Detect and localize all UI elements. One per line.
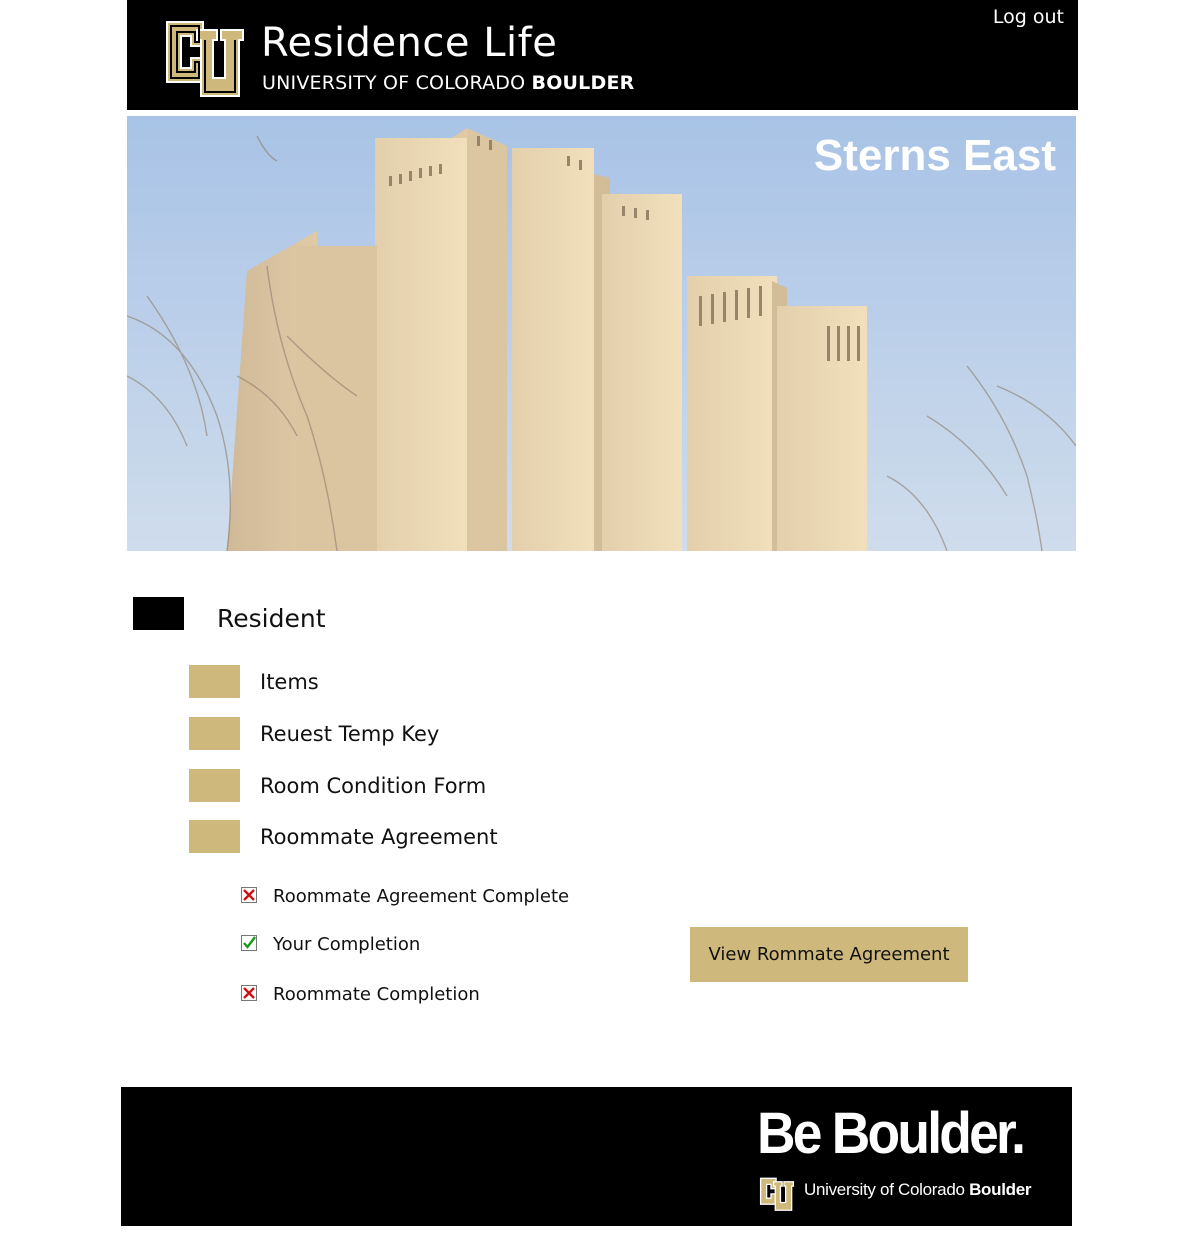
be-boulder-slogan: Be Boulder. <box>757 1101 1026 1166</box>
menu-swatch <box>189 769 240 802</box>
section-marker <box>133 597 184 630</box>
building-name: Sterns East <box>813 131 1056 180</box>
footer-university-name: University of Colorado Boulder <box>804 1179 1031 1201</box>
footer-univ-bold: Boulder <box>969 1180 1032 1199</box>
subtitle-prefix: UNIVERSITY OF COLORADO <box>262 72 532 94</box>
hero-banner: Sterns East <box>127 116 1076 551</box>
site-header: Residence Life UNIVERSITY OF COLORADO BO… <box>127 0 1078 110</box>
menu-swatch <box>189 717 240 750</box>
menu-item-roommate-agreement[interactable]: Roommate Agreement <box>189 820 789 853</box>
menu-swatch <box>189 665 240 698</box>
menu-item-items[interactable]: Items <box>189 665 789 698</box>
view-roommate-agreement-button[interactable]: View Rommate Agreement <box>690 927 968 982</box>
subtitle-bold: BOULDER <box>531 72 635 94</box>
site-footer: Be Boulder. University of Colorado Bould… <box>121 1087 1072 1226</box>
menu-swatch <box>189 820 240 853</box>
x-mark-icon <box>241 985 257 1001</box>
site-subtitle: UNIVERSITY OF COLORADO BOULDER <box>262 71 634 95</box>
status-row-roommate-completion: Roommate Completion <box>241 983 661 1007</box>
site-title: Residence Life <box>261 20 558 66</box>
cu-logo-icon[interactable] <box>163 12 247 100</box>
menu-item-label: Items <box>260 670 319 694</box>
logout-link[interactable]: Log out <box>993 5 1064 29</box>
status-row-agreement-complete: Roommate Agreement Complete <box>241 885 661 909</box>
status-label: Roommate Agreement Complete <box>273 886 570 907</box>
menu-item-label: Reuest Temp Key <box>260 722 440 746</box>
footer-univ-prefix: University of Colorado <box>804 1180 970 1199</box>
menu-item-label: Room Condition Form <box>260 774 487 798</box>
status-row-your-completion: Your Completion <box>241 933 661 957</box>
status-label: Your Completion <box>273 934 421 955</box>
cu-logo-icon <box>759 1177 795 1211</box>
section-title: Resident <box>217 604 326 633</box>
menu-item-temp-key[interactable]: Reuest Temp Key <box>189 717 789 750</box>
checkmark-icon <box>241 935 257 951</box>
menu-item-label: Roommate Agreement <box>260 825 498 849</box>
status-label: Roommate Completion <box>273 984 480 1005</box>
x-mark-icon <box>241 887 257 903</box>
menu-item-room-condition[interactable]: Room Condition Form <box>189 769 789 802</box>
